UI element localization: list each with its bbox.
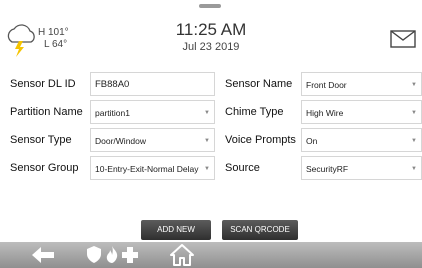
sensor-dl-id-value: FB88A0 xyxy=(95,79,130,90)
sensor-dl-id-input[interactable]: FB88A0 xyxy=(90,72,215,96)
shield-icon[interactable] xyxy=(87,246,101,263)
chevron-down-icon: ▼ xyxy=(411,138,417,144)
voice-prompts-value: On xyxy=(306,136,318,146)
sensor-type-label: Sensor Type xyxy=(10,134,72,146)
form-row: Partition Name partition1 ▼ Chime Type H… xyxy=(0,100,422,124)
chevron-down-icon: ▼ xyxy=(411,110,417,116)
fire-icon[interactable] xyxy=(106,246,118,263)
back-arrow-icon[interactable] xyxy=(32,247,54,263)
sensor-group-select[interactable]: 10-Entry-Exit-Normal Delay ▼ xyxy=(90,156,215,180)
source-select[interactable]: SecurityRF ▼ xyxy=(301,156,422,180)
form-row: Sensor Type Door/Window ▼ Voice Prompts … xyxy=(0,128,422,152)
envelope-icon[interactable] xyxy=(390,30,416,48)
voice-prompts-label: Voice Prompts xyxy=(225,134,296,146)
partition-name-label: Partition Name xyxy=(10,106,83,118)
drag-handle[interactable] xyxy=(199,4,221,8)
chime-type-label: Chime Type xyxy=(225,106,284,118)
sensor-name-label: Sensor Name xyxy=(225,78,293,90)
sensor-name-value: Front Door xyxy=(306,80,347,90)
source-label: Source xyxy=(225,162,260,174)
sensor-type-select[interactable]: Door/Window ▼ xyxy=(90,128,215,152)
chevron-down-icon: ▼ xyxy=(411,166,417,172)
chevron-down-icon: ▼ xyxy=(204,110,210,116)
form-row: Sensor Group 10-Entry-Exit-Normal Delay … xyxy=(0,156,422,180)
scan-qrcode-button[interactable]: SCAN QRCODE xyxy=(222,220,298,240)
partition-name-select[interactable]: partition1 ▼ xyxy=(90,100,215,124)
home-icon[interactable] xyxy=(170,244,194,266)
sensor-group-value: 10-Entry-Exit-Normal Delay xyxy=(95,164,199,174)
sensor-dl-id-label: Sensor DL ID xyxy=(10,78,76,90)
chime-type-select[interactable]: High Wire ▼ xyxy=(301,100,422,124)
clock-date: Jul 23 2019 xyxy=(182,41,240,53)
sensor-group-label: Sensor Group xyxy=(10,162,79,174)
header: H 101° L 64° 11:25 AM Jul 23 2019 xyxy=(0,0,422,62)
voice-prompts-select[interactable]: On ▼ xyxy=(301,128,422,152)
chime-type-value: High Wire xyxy=(306,108,344,118)
partition-name-value: partition1 xyxy=(95,108,130,118)
chevron-down-icon: ▼ xyxy=(204,166,210,172)
chevron-down-icon: ▼ xyxy=(411,82,417,88)
source-value: SecurityRF xyxy=(306,164,349,174)
medical-cross-icon[interactable] xyxy=(122,247,138,263)
form-row: Sensor DL ID FB88A0 Sensor Name Front Do… xyxy=(0,72,422,96)
chevron-down-icon: ▼ xyxy=(204,138,210,144)
sensor-type-value: Door/Window xyxy=(95,136,147,146)
bottom-nav-bar xyxy=(0,242,422,268)
sensor-name-select[interactable]: Front Door ▼ xyxy=(301,72,422,96)
clock-time: 11:25 AM xyxy=(175,20,247,39)
add-new-button[interactable]: ADD NEW xyxy=(141,220,211,240)
